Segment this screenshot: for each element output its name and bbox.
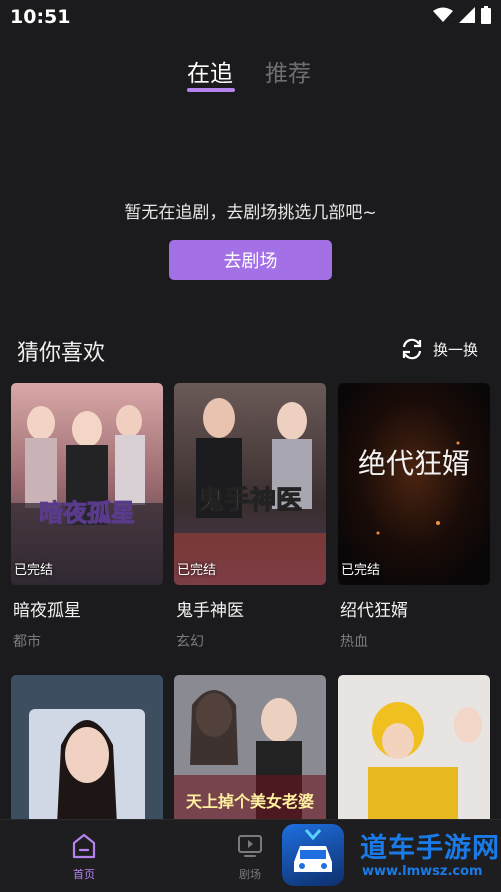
play-screen-icon — [238, 835, 262, 857]
drama-poster[interactable]: 鬼手神医 — [174, 383, 326, 585]
watermark-text: 道车手游网 — [360, 833, 500, 864]
completed-badge: 已完结 — [177, 563, 217, 578]
completed-badge: 已完结 — [14, 563, 54, 578]
poster-title-text: 暗夜孤星 — [39, 499, 135, 527]
status-time: 10:51 — [10, 6, 71, 28]
tab-following[interactable]: 在追 — [187, 54, 233, 88]
tab-recommend[interactable]: 推荐 — [265, 54, 311, 88]
drama-title[interactable]: 鬼手神医 — [176, 596, 244, 621]
drama-title[interactable]: 绍代狂婿 — [340, 596, 408, 621]
completed-badge: 已完结 — [341, 563, 381, 578]
nav-item-theater[interactable]: 剧场 — [228, 832, 272, 882]
top-tabs: 在追 推荐 — [0, 50, 501, 96]
signal-icon — [459, 7, 475, 23]
poster-title-text: 绝代狂婿 — [358, 447, 470, 480]
battery-icon — [481, 6, 491, 24]
empty-state-message: 暂无在追剧，去剧场挑选几部吧~ — [124, 203, 377, 223]
watermark-logo — [282, 824, 344, 886]
drama-poster[interactable]: 绝代狂婿 — [338, 383, 490, 585]
drama-genre: 热血 — [340, 634, 368, 650]
watermark-url: www.lmwsz.com — [362, 864, 483, 879]
site-watermark: 道车手游网 www.lmwsz.com — [282, 822, 500, 888]
go-to-theater-button[interactable]: 去剧场 — [169, 240, 332, 280]
drama-genre: 都市 — [13, 634, 41, 650]
nav-label-home: 首页 — [73, 868, 95, 881]
drama-poster[interactable]: 天上掉个美女老婆 — [174, 675, 326, 825]
recommend-section-title: 猜你喜欢 — [17, 341, 106, 366]
poster-title-text: 天上掉个美女老婆 — [186, 792, 314, 811]
refresh-label: 换一换 — [433, 340, 479, 359]
drama-poster[interactable] — [338, 675, 490, 825]
status-icons — [433, 6, 491, 24]
poster-title-text: 鬼手神医 — [198, 485, 302, 516]
refresh-button[interactable]: 换一换 — [400, 338, 478, 360]
drama-title[interactable]: 暗夜孤星 — [13, 596, 81, 621]
home-icon — [72, 833, 96, 859]
status-bar: 10:51 — [0, 0, 501, 36]
active-tab-indicator — [187, 88, 235, 92]
nav-label-theater: 剧场 — [239, 868, 261, 881]
drama-poster[interactable] — [11, 675, 163, 825]
drama-poster[interactable]: 暗夜孤星 — [11, 383, 163, 585]
nav-item-home[interactable]: 首页 — [62, 832, 106, 882]
drama-genre: 玄幻 — [176, 634, 204, 650]
wifi-icon — [433, 7, 453, 22]
refresh-icon — [402, 338, 422, 360]
